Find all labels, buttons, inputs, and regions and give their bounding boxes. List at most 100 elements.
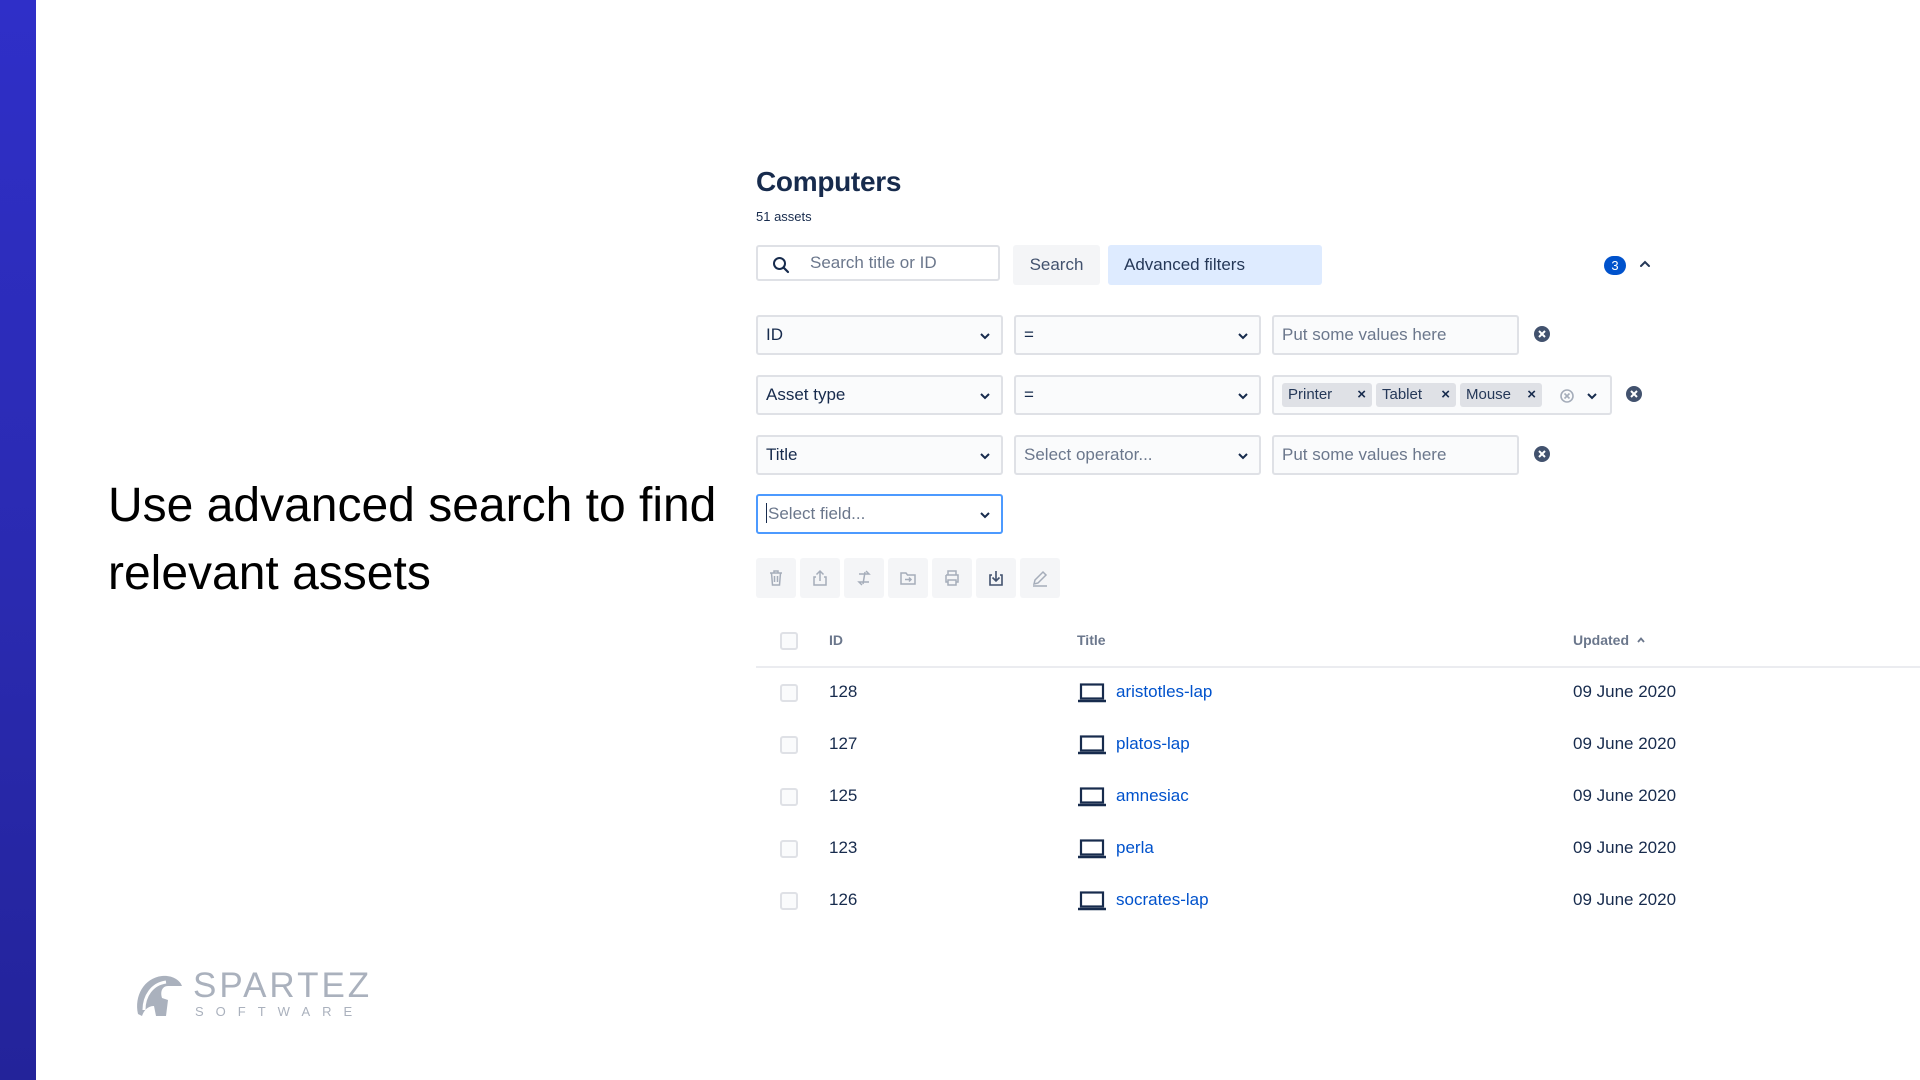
row-checkbox[interactable]	[780, 736, 798, 754]
filter-3-operator-select[interactable]: Select operator...	[1014, 435, 1261, 475]
chip-label: Mouse	[1466, 386, 1512, 403]
print-icon	[945, 570, 959, 586]
download-icon	[989, 571, 1003, 586]
laptop-icon	[1078, 839, 1106, 859]
text-cursor	[766, 502, 767, 523]
edit-button[interactable]	[1020, 558, 1060, 598]
laptop-icon	[1078, 787, 1106, 807]
row-checkbox[interactable]	[780, 892, 798, 910]
remove-chip-icon[interactable]: ×	[1441, 383, 1450, 407]
row-id: 123	[829, 838, 858, 857]
sort-ascending-icon	[1637, 637, 1645, 643]
chip-printer: Printer ×	[1282, 383, 1372, 407]
filter-3-operator-placeholder: Select operator...	[1024, 445, 1153, 464]
chip-label: Printer	[1288, 386, 1333, 403]
search-input[interactable]	[810, 252, 990, 274]
share-button[interactable]	[800, 558, 840, 598]
chevron-up-icon	[1640, 260, 1650, 267]
row-title-link[interactable]: perla	[1116, 838, 1154, 858]
column-header-updated-label: Updated	[1573, 632, 1629, 648]
trash-icon	[770, 570, 782, 586]
filter-2-value-multiselect[interactable]: Printer × Tablet × Mouse ×	[1272, 375, 1612, 415]
remove-chip-icon[interactable]: ×	[1527, 383, 1536, 407]
filter-1-value-input[interactable]: Put some values here	[1272, 315, 1519, 355]
chevron-down-icon	[1238, 333, 1248, 340]
search-button[interactable]: Search	[1013, 245, 1100, 285]
transfer-button[interactable]	[844, 558, 884, 598]
row-checkbox[interactable]	[780, 684, 798, 702]
filter-2-field: Asset type	[766, 385, 846, 404]
chevron-down-icon	[980, 393, 990, 400]
row-id: 127	[829, 734, 858, 753]
slide-heading: Use advanced search to find relevant ass…	[108, 479, 717, 600]
chip-label: Tablet	[1382, 386, 1423, 403]
advanced-filters-label: Advanced filters	[1124, 255, 1245, 274]
edit-icon	[1032, 570, 1048, 587]
chevron-down-icon	[1587, 393, 1597, 400]
chevron-down-icon	[1238, 453, 1248, 460]
column-header-updated[interactable]: Updated	[1573, 632, 1646, 648]
filter-3-value-input[interactable]: Put some values here	[1272, 435, 1519, 475]
row-updated: 09 June 2020	[1573, 682, 1677, 701]
filter-3-field: Title	[766, 445, 798, 464]
remove-filter-3-icon[interactable]	[1534, 446, 1550, 462]
header-divider	[756, 666, 1920, 668]
filter-count-badge: 3	[1604, 256, 1626, 275]
filter-1-operator: =	[1024, 325, 1034, 344]
search-field[interactable]	[756, 245, 1000, 281]
chevron-down-icon	[980, 512, 990, 519]
new-filter-field-select[interactable]: Select field...	[756, 494, 1003, 534]
spartan-helmet-icon	[137, 975, 182, 1016]
print-button[interactable]	[932, 558, 972, 598]
column-header-id[interactable]: ID	[829, 632, 843, 648]
filter-1-field: ID	[766, 325, 783, 344]
laptop-icon	[1078, 891, 1106, 911]
row-updated: 09 June 2020	[1573, 786, 1677, 805]
row-title-link[interactable]: platos-lap	[1116, 734, 1190, 754]
new-filter-placeholder: Select field...	[768, 504, 866, 523]
accent-bar	[0, 0, 36, 1080]
assets-app: Computers 51 assets Search Advanced filt…	[756, 0, 1920, 1080]
download-button[interactable]	[976, 558, 1016, 598]
filter-2-operator: =	[1024, 385, 1034, 404]
delete-button[interactable]	[756, 558, 796, 598]
clear-values-icon[interactable]	[1560, 389, 1574, 403]
chevron-down-icon	[980, 333, 990, 340]
laptop-icon	[1078, 735, 1106, 755]
remove-filter-2-icon[interactable]	[1626, 386, 1642, 402]
filter-3-field-select[interactable]: Title	[756, 435, 1003, 475]
brand-name: SPARTEZ	[193, 966, 373, 1005]
search-icon	[773, 257, 790, 274]
laptop-icon	[1078, 683, 1106, 703]
chevron-down-icon	[980, 453, 990, 460]
filter-1-operator-select[interactable]: =	[1014, 315, 1261, 355]
row-updated: 09 June 2020	[1573, 838, 1677, 857]
filter-2-operator-select[interactable]: =	[1014, 375, 1261, 415]
row-updated: 09 June 2020	[1573, 890, 1677, 909]
row-id: 125	[829, 786, 858, 805]
select-all-checkbox[interactable]	[780, 632, 798, 650]
row-title-link[interactable]: amnesiac	[1116, 786, 1189, 806]
move-icon	[900, 572, 916, 585]
asset-count: 51 assets	[756, 209, 812, 224]
chip-tablet: Tablet ×	[1376, 383, 1456, 407]
row-id: 126	[829, 890, 858, 909]
move-button[interactable]	[888, 558, 928, 598]
remove-filter-1-icon[interactable]	[1534, 326, 1550, 342]
chevron-down-icon	[1238, 393, 1248, 400]
row-checkbox[interactable]	[780, 840, 798, 858]
share-icon	[813, 569, 827, 586]
remove-chip-icon[interactable]: ×	[1357, 383, 1366, 407]
row-updated: 09 June 2020	[1573, 734, 1677, 753]
transfer-icon	[857, 570, 871, 586]
column-header-title[interactable]: Title	[1077, 632, 1106, 648]
page-title: Computers	[756, 166, 902, 197]
filter-2-field-select[interactable]: Asset type	[756, 375, 1003, 415]
brand-logo: SPARTEZ SOFTWARE	[132, 968, 369, 1024]
advanced-filters-button[interactable]: Advanced filters 3	[1108, 245, 1650, 285]
row-title-link[interactable]: socrates-lap	[1116, 890, 1209, 910]
brand-tagline: SOFTWARE	[195, 1004, 365, 1019]
row-title-link[interactable]: aristotles-lap	[1116, 682, 1212, 702]
filter-1-field-select[interactable]: ID	[756, 315, 1003, 355]
row-checkbox[interactable]	[780, 788, 798, 806]
